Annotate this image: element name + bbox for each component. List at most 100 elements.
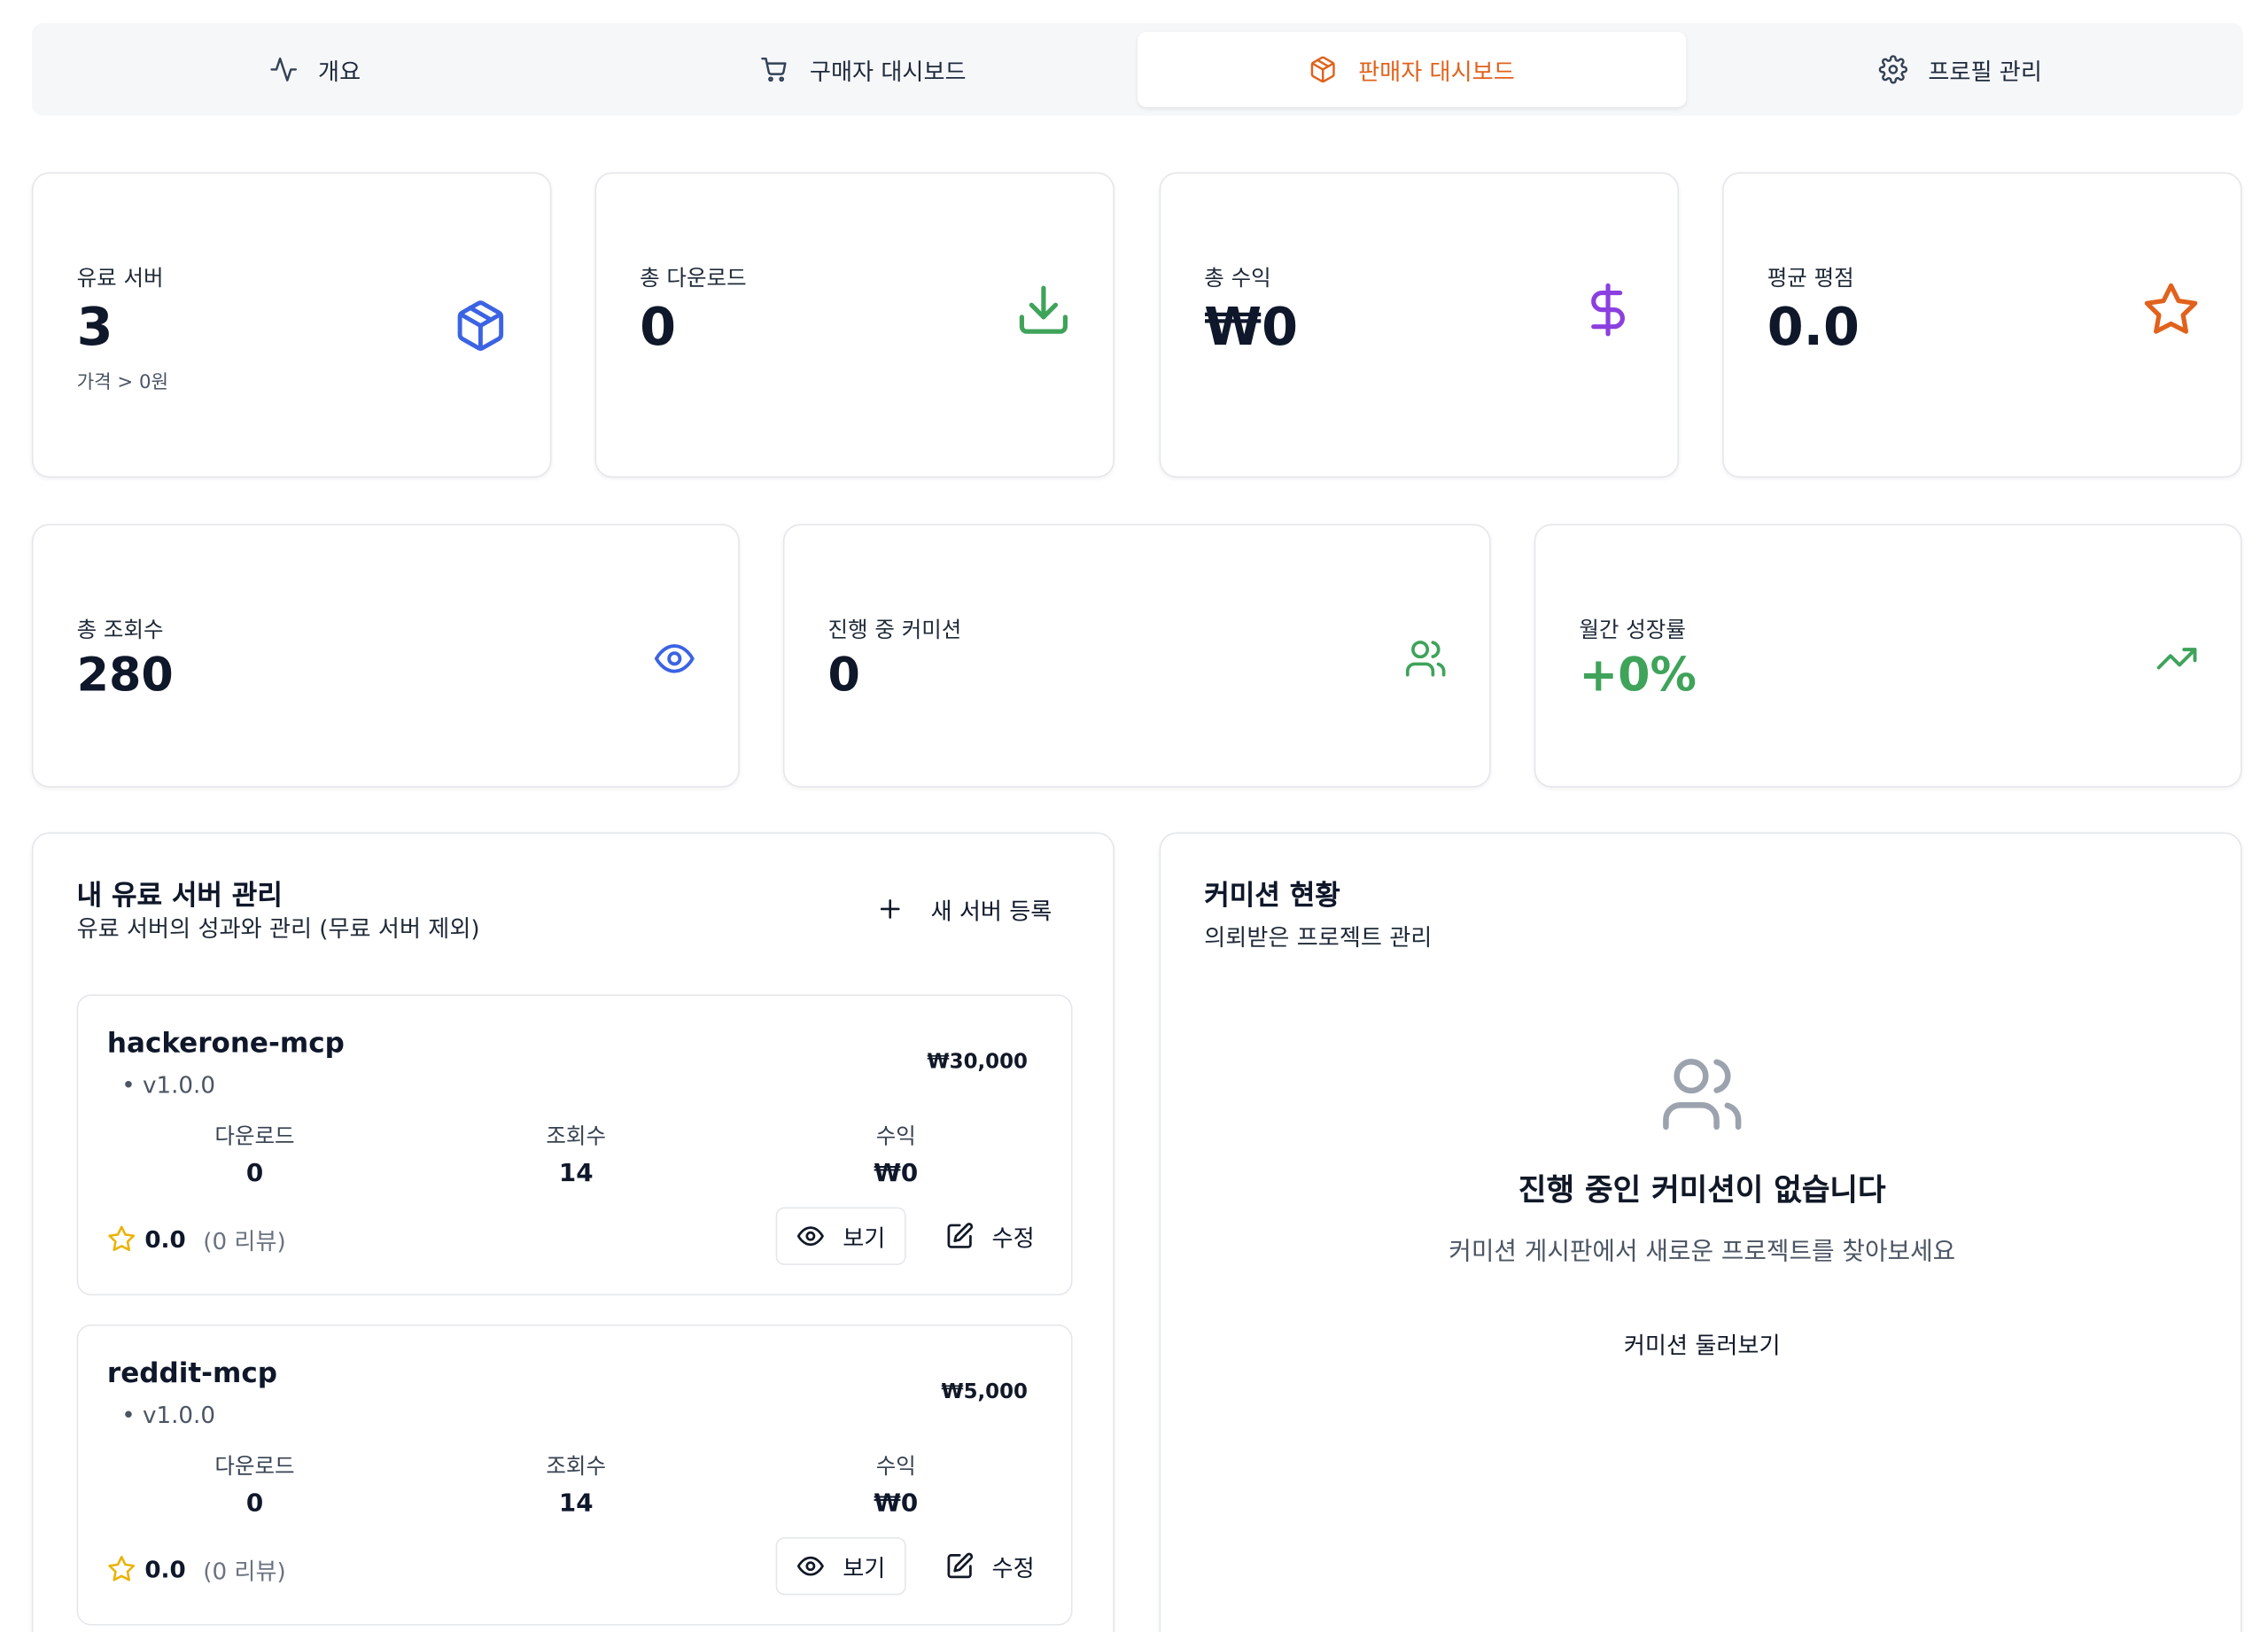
tab-bar: 개요 구매자 대시보드 판매자 대시보드 프로필 관리 <box>31 23 2244 116</box>
my-paid-servers-panel: 내 유료 서버 관리 유료 서버의 성과와 관리 (무료 서버 제외) 새 서버… <box>31 832 1115 1632</box>
review-count: (0 리뷰) <box>203 1227 286 1255</box>
edit-icon <box>947 1223 974 1248</box>
stat-value: +0% <box>1579 647 1697 703</box>
stat-value: 0 <box>827 647 860 703</box>
eye-icon <box>654 644 695 673</box>
new-server-label: 새 서버 등록 <box>930 897 1052 925</box>
stat-card-revenue: 총 수익 ₩0 <box>1159 172 1680 478</box>
review-count: (0 리뷰) <box>203 1557 286 1585</box>
users-icon <box>1405 641 1446 677</box>
metric-label: 조회수 <box>546 1123 607 1150</box>
empty-state-title: 진행 중인 커미션이 없습니다 <box>1518 1172 1886 1208</box>
view-label: 보기 <box>843 1554 886 1582</box>
tab-profile[interactable]: 프로필 관리 <box>1686 32 2234 107</box>
tab-overview[interactable]: 개요 <box>41 32 589 107</box>
stat-label: 평균 평점 <box>1767 264 1854 291</box>
panel-title: 내 유료 서버 관리 <box>76 880 283 913</box>
stat-value: 0 <box>640 298 677 358</box>
package-icon <box>457 300 504 351</box>
rating-value: 0.0 <box>144 1555 186 1583</box>
edit-label: 수정 <box>991 1224 1035 1253</box>
stat-card-monthly-growth: 월간 성장률 +0% <box>1534 524 2242 788</box>
edit-icon <box>947 1552 974 1579</box>
rating: 0.0 (0 리뷰) <box>107 1551 286 1586</box>
panel-title: 커미션 현황 <box>1204 880 1340 913</box>
view-button[interactable]: 보기 <box>775 1536 906 1596</box>
stat-value: 3 <box>76 298 113 358</box>
tab-buyer-dashboard[interactable]: 구매자 대시보드 <box>589 32 1138 107</box>
metric-revenue: 수익 ₩0 <box>809 1120 983 1189</box>
server-version: • v1.0.0 <box>121 1070 215 1099</box>
stat-card-views: 총 조회수 280 <box>31 524 740 788</box>
package-icon <box>1311 56 1336 83</box>
stat-label: 총 수익 <box>1204 264 1271 291</box>
server-name: hackerone-mcp <box>106 1027 345 1060</box>
tab-label: 개요 <box>318 58 361 86</box>
metric-label: 수익 <box>875 1123 916 1150</box>
metric-value: ₩0 <box>874 1489 919 1519</box>
metric-value: 0 <box>245 1489 264 1519</box>
metric-value: 14 <box>558 1489 594 1519</box>
server-price: ₩5,000 <box>941 1380 1028 1404</box>
metric-downloads: 다운로드 0 <box>168 1450 342 1519</box>
metric-revenue: 수익 ₩0 <box>809 1450 983 1519</box>
panel-description: 의뢰받은 프로젝트 관리 <box>1204 923 1433 952</box>
stat-label: 총 다운로드 <box>640 264 747 291</box>
trending-up-icon <box>2156 648 2197 670</box>
new-server-button[interactable]: 새 서버 등록 <box>875 891 1052 926</box>
edit-button[interactable]: 수정 <box>932 1537 1048 1595</box>
users-icon <box>1663 1059 1742 1131</box>
dollar-icon <box>1591 283 1625 337</box>
stat-label: 월간 성장률 <box>1579 616 1686 643</box>
server-price: ₩30,000 <box>927 1051 1028 1075</box>
edit-label: 수정 <box>991 1554 1035 1582</box>
metric-label: 수익 <box>875 1453 916 1480</box>
rating: 0.0 (0 리뷰) <box>107 1222 286 1256</box>
star-icon <box>2144 283 2198 334</box>
stat-value: ₩0 <box>1204 298 1299 358</box>
metric-label: 조회수 <box>546 1453 607 1480</box>
stat-card-active-commissions: 진행 중 커미션 0 <box>782 524 1491 788</box>
view-label: 보기 <box>843 1224 886 1253</box>
stat-label: 진행 중 커미션 <box>827 616 962 643</box>
empty-state-description: 커미션 게시판에서 새로운 프로젝트를 찾아보세요 <box>1449 1237 1956 1267</box>
metric-label: 다운로드 <box>214 1123 295 1150</box>
stat-value: 0.0 <box>1767 298 1860 358</box>
metric-value: 14 <box>558 1159 594 1189</box>
metric-value: 0 <box>245 1159 264 1189</box>
tab-label: 판매자 대시보드 <box>1358 58 1515 86</box>
server-card: reddit-mcp • v1.0.0 ₩5,000 다운로드 0 조회수 14… <box>76 1324 1073 1626</box>
cart-icon <box>761 57 788 82</box>
tab-label: 구매자 대시보드 <box>809 58 967 86</box>
stat-label: 총 조회수 <box>76 616 164 643</box>
browse-commissions-button[interactable]: 커미션 둘러보기 <box>1601 1325 1804 1360</box>
stat-sub: 가격 > 0원 <box>76 371 169 394</box>
server-name: reddit-mcp <box>106 1357 278 1390</box>
stat-value: 280 <box>76 647 174 703</box>
gear-icon <box>1879 55 1908 84</box>
server-version: • v1.0.0 <box>121 1401 215 1429</box>
tab-label: 프로필 관리 <box>1928 58 2042 86</box>
metric-value: ₩0 <box>874 1159 919 1189</box>
server-card: hackerone-mcp • v1.0.0 ₩30,000 다운로드 0 조회… <box>76 994 1073 1296</box>
metric-downloads: 다운로드 0 <box>168 1120 342 1189</box>
tab-seller-dashboard[interactable]: 판매자 대시보드 <box>1138 31 1687 107</box>
activity-icon <box>269 57 297 82</box>
star-icon <box>108 1556 136 1581</box>
eye-icon <box>797 1226 825 1247</box>
panel-description: 유료 서버의 성과와 관리 (무료 서버 제외) <box>76 914 480 943</box>
version-text: v1.0.0 <box>142 1070 215 1099</box>
view-button[interactable]: 보기 <box>775 1207 906 1265</box>
rating-value: 0.0 <box>144 1224 186 1253</box>
edit-button[interactable]: 수정 <box>932 1208 1048 1265</box>
stat-card-downloads: 총 다운로드 0 <box>594 172 1115 478</box>
download-icon <box>1019 285 1068 334</box>
metric-label: 다운로드 <box>214 1453 295 1480</box>
plus-icon <box>880 899 900 919</box>
commission-status-panel: 커미션 현황 의뢰받은 프로젝트 관리 진행 중인 커미션이 없습니다 커미션 … <box>1159 832 2242 1632</box>
stat-label: 유료 서버 <box>76 264 164 291</box>
stat-card-paid-servers: 유료 서버 3 가격 > 0원 <box>31 172 552 478</box>
metric-views: 조회수 14 <box>489 1120 663 1189</box>
stat-card-avg-rating: 평균 평점 0.0 <box>1722 172 2242 478</box>
metric-views: 조회수 14 <box>489 1450 663 1519</box>
